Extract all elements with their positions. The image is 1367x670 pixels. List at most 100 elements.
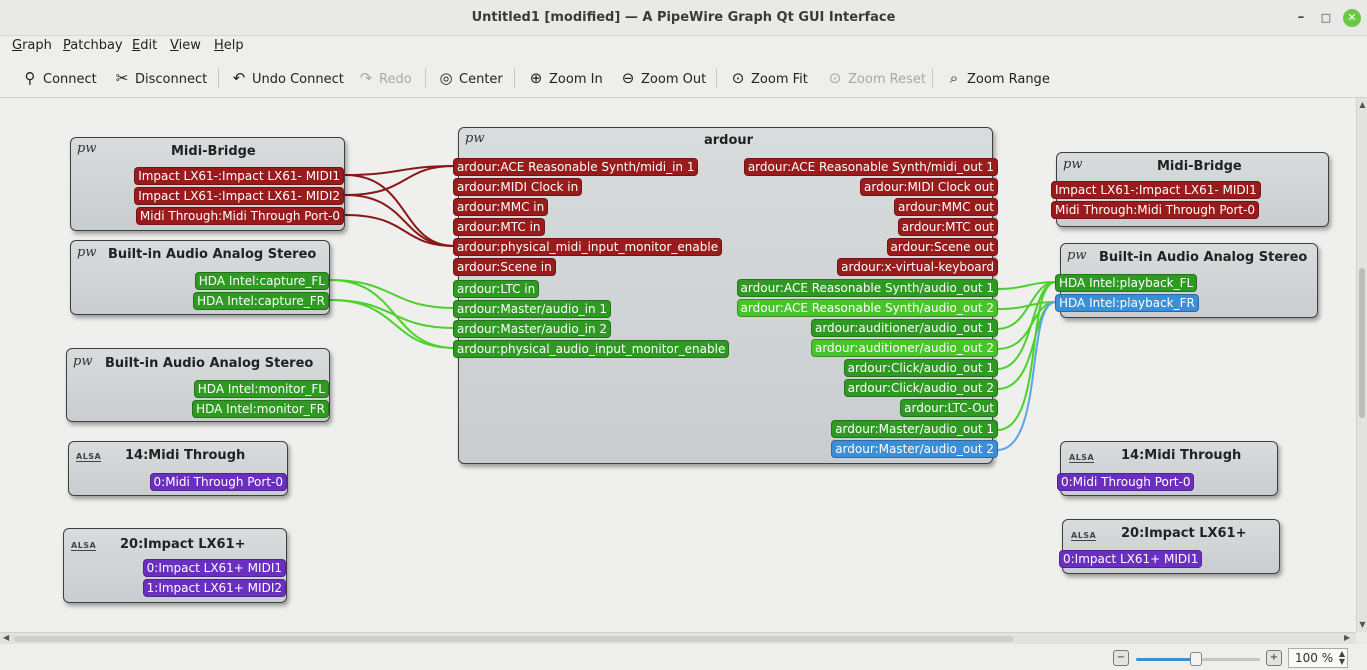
zoom-out-small-icon[interactable]: −	[1113, 650, 1129, 666]
midi-wire[interactable]	[344, 174, 456, 247]
horizontal-scrollbar[interactable]: ◀ ▶	[0, 632, 1356, 644]
midi-wire[interactable]	[344, 194, 456, 247]
scroll-left-icon[interactable]: ◀	[3, 633, 9, 642]
port-output[interactable]: ardour:MTC out	[897, 218, 998, 236]
node-impact-left[interactable]: ALSA 20:Impact LX61+ 0:Impact LX61+ MIDI…	[63, 528, 287, 603]
zoom-fit-button[interactable]: ⊙ Zoom Fit	[728, 67, 808, 89]
port-output[interactable]: ardour:ACE Reasonable Synth/audio_out 1	[736, 279, 998, 297]
alsa-logo-icon: ALSA	[1071, 531, 1097, 541]
audio-wire[interactable]	[996, 301, 1057, 390]
port-input-selected[interactable]: HDA Intel:playback_FR	[1055, 294, 1199, 312]
connect-button[interactable]: ⚲ Connect	[20, 67, 97, 89]
port-input[interactable]: ardour:MIDI Clock in	[453, 178, 583, 196]
port-input[interactable]: 0:Midi Through Port-0	[1057, 473, 1195, 491]
zoom-range-button[interactable]: ⌕ Zoom Range	[944, 67, 1050, 89]
port-input[interactable]: ardour:Master/audio_in 2	[453, 320, 612, 338]
port-input[interactable]: ardour:MTC in	[453, 218, 545, 236]
zoom-slider-handle[interactable]	[1190, 652, 1202, 666]
graph-canvas[interactable]: pw Midi-Bridge Impact LX61-:Impact LX61-…	[0, 98, 1356, 632]
menu-edit[interactable]: Edit	[132, 38, 157, 53]
zoom-in-small-icon[interactable]: +	[1266, 650, 1282, 666]
port-output[interactable]: 0:Midi Through Port-0	[149, 473, 287, 491]
pipewire-logo-icon: pw	[1067, 248, 1087, 263]
port-input[interactable]: 0:Impact LX61+ MIDI1	[1059, 550, 1203, 568]
center-button[interactable]: ◎ Center	[436, 67, 502, 89]
node-midi-through-left[interactable]: ALSA 14:Midi Through 0:Midi Through Port…	[68, 441, 288, 496]
port-input[interactable]: ardour:MMC in	[453, 198, 549, 216]
port-output[interactable]: Midi Through:Midi Through Port-0	[135, 207, 344, 225]
port-input[interactable]: ardour:physical_midi_input_monitor_enabl…	[453, 238, 723, 256]
port-output[interactable]: ardour:ACE Reasonable Synth/midi_out 1	[743, 158, 998, 176]
port-input[interactable]: HDA Intel:playback_FL	[1055, 274, 1198, 292]
audio-wire[interactable]	[996, 281, 1057, 370]
zoom-spinbox[interactable]: 100 % ▲ ▼	[1288, 648, 1348, 668]
port-output[interactable]: 0:Impact LX61+ MIDI1	[142, 559, 286, 577]
scroll-up-icon[interactable]: ▲	[1357, 100, 1367, 109]
port-output[interactable]: HDA Intel:capture_FL	[194, 272, 329, 290]
undo-connect-button[interactable]: ↶ Undo Connect	[229, 67, 344, 89]
port-output[interactable]: ardour:LTC-Out	[900, 399, 998, 417]
port-output[interactable]: HDA Intel:monitor_FR	[192, 400, 329, 418]
audio-wire[interactable]	[329, 279, 456, 309]
port-output[interactable]: ardour:Click/audio_out 2	[843, 379, 998, 397]
node-audio-playback[interactable]: pw Built-in Audio Analog Stereo HDA Inte…	[1055, 243, 1318, 318]
menu-view[interactable]: View	[170, 38, 201, 53]
node-ardour[interactable]: pw ardour ardour:ACE Reasonable Synth/mi…	[453, 127, 998, 464]
port-output[interactable]: 1:Impact LX61+ MIDI2	[142, 579, 286, 597]
node-audio-capture[interactable]: pw Built-in Audio Analog Stereo HDA Inte…	[70, 240, 330, 315]
scroll-down-icon[interactable]: ▼	[1357, 620, 1367, 629]
zoom-reset-button[interactable]: ⊙ Zoom Reset	[825, 67, 926, 89]
disconnect-button[interactable]: ✂ Disconnect	[112, 67, 208, 89]
scroll-right-icon[interactable]: ▶	[1344, 633, 1350, 642]
close-button[interactable]: ✕	[1343, 9, 1361, 27]
vertical-scroll-thumb[interactable]	[1359, 268, 1365, 418]
port-input[interactable]: ardour:ACE Reasonable Synth/midi_in 1	[453, 158, 699, 176]
port-output[interactable]: ardour:x-virtual-keyboard	[837, 258, 998, 276]
port-output[interactable]: Impact LX61-:Impact LX61- MIDI1	[134, 167, 344, 185]
unplug-icon: ✂	[115, 69, 129, 87]
port-output[interactable]: ardour:MIDI Clock out	[860, 178, 998, 196]
port-output[interactable]: ardour:MMC out	[894, 198, 998, 216]
menu-patchbay[interactable]: Patchbay	[63, 38, 123, 53]
zoom-in-button[interactable]: ⊕ Zoom In	[526, 67, 603, 89]
port-output[interactable]: ardour:Scene out	[886, 238, 998, 256]
audio-wire[interactable]	[329, 299, 456, 329]
port-output[interactable]: ardour:Master/audio_out 1	[831, 420, 998, 438]
menu-help[interactable]: Help	[214, 38, 244, 53]
node-title: 20:Impact LX61+	[1121, 526, 1247, 541]
zoom-out-button[interactable]: ⊖ Zoom Out	[618, 67, 706, 89]
node-midi-bridge-right[interactable]: pw Midi-Bridge Impact LX61-:Impact LX61-…	[1051, 152, 1329, 227]
node-midi-through-right[interactable]: ALSA 14:Midi Through 0:Midi Through Port…	[1057, 441, 1278, 496]
node-title: ardour	[704, 133, 754, 148]
undo-label: Undo Connect	[252, 72, 344, 87]
node-audio-monitor[interactable]: pw Built-in Audio Analog Stereo HDA Inte…	[66, 348, 330, 422]
node-impact-right[interactable]: ALSA 20:Impact LX61+ 0:Impact LX61+ MIDI…	[1059, 519, 1280, 574]
port-output[interactable]: HDA Intel:capture_FR	[193, 292, 329, 310]
port-output-selected[interactable]: ardour:Master/audio_out 2	[831, 440, 998, 458]
port-input[interactable]: ardour:LTC in	[453, 280, 540, 298]
port-input[interactable]: Midi Through:Midi Through Port-0	[1051, 201, 1260, 219]
target-icon: ◎	[439, 69, 453, 87]
menu-graph[interactable]: Graph	[12, 38, 52, 53]
spin-arrows-icon[interactable]: ▲ ▼	[1339, 650, 1345, 666]
minimize-button[interactable]: –	[1293, 10, 1309, 26]
vertical-scrollbar[interactable]: ▲ ▼	[1356, 98, 1367, 632]
port-output[interactable]: ardour:Click/audio_out 1	[843, 359, 998, 377]
redo-button[interactable]: ↷ Redo	[356, 67, 412, 89]
port-input[interactable]: ardour:Scene in	[453, 258, 556, 276]
port-input[interactable]: ardour:Master/audio_in 1	[453, 300, 612, 318]
midi-wire[interactable]	[344, 214, 456, 247]
port-output[interactable]: HDA Intel:monitor_FL	[193, 380, 329, 398]
maximize-button[interactable]: □	[1318, 10, 1334, 26]
zoom-slider[interactable]	[1136, 652, 1260, 666]
node-midi-bridge-left[interactable]: pw Midi-Bridge Impact LX61-:Impact LX61-…	[70, 137, 345, 231]
horizontal-scroll-thumb[interactable]	[14, 636, 1014, 642]
alsa-logo-icon: ALSA	[71, 541, 97, 551]
port-input[interactable]: Impact LX61-:Impact LX61- MIDI1	[1051, 181, 1261, 199]
port-output[interactable]: ardour:auditioner/audio_out 2	[810, 339, 998, 357]
port-output[interactable]: ardour:ACE Reasonable Synth/audio_out 2	[736, 299, 998, 317]
port-output[interactable]: Impact LX61-:Impact LX61- MIDI2	[134, 187, 344, 205]
port-output[interactable]: ardour:auditioner/audio_out 1	[810, 319, 998, 337]
port-input[interactable]: ardour:physical_audio_input_monitor_enab…	[453, 340, 730, 358]
menu-view-mnemonic: V	[170, 38, 179, 53]
